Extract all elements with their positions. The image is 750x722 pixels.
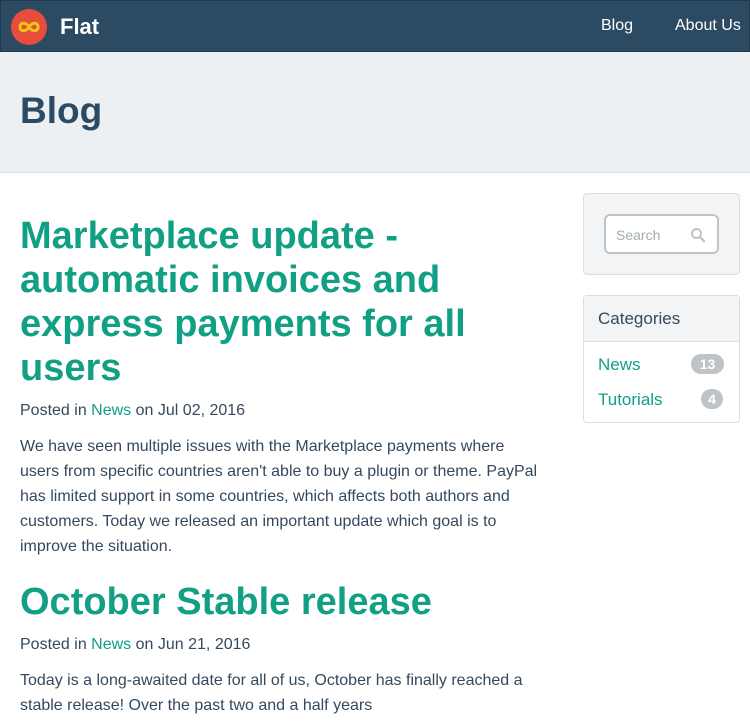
post-meta: Posted in News on Jul 02, 2016 [20, 402, 245, 420]
nav-link-blog[interactable]: Blog [601, 17, 633, 35]
page-header: Blog [0, 52, 750, 173]
on-label: on [135, 402, 154, 419]
post-title[interactable]: Marketplace update - automatic invoices … [20, 214, 540, 390]
posted-in-label: Posted in [20, 636, 87, 653]
categories-panel: Categories News 13 Tutorials 4 [583, 295, 740, 423]
navbar: Flat Blog About Us [0, 0, 750, 52]
search-input[interactable] [616, 225, 686, 245]
posted-in-label: Posted in [20, 402, 87, 419]
search-panel [583, 193, 740, 275]
brand[interactable]: Flat [11, 9, 99, 45]
category-count-badge: 13 [691, 354, 724, 374]
post-category-link[interactable]: News [91, 636, 131, 653]
post-meta: Posted in News on Jun 21, 2016 [20, 636, 250, 654]
nav-link-about-us[interactable]: About Us [675, 17, 741, 35]
search-icon[interactable] [690, 227, 706, 243]
page-title: Blog [20, 90, 103, 131]
infinity-logo-icon [11, 9, 47, 45]
post-date: Jun 21, 2016 [157, 636, 251, 653]
category-item-tutorials[interactable]: Tutorials [598, 390, 663, 410]
post-category-link[interactable]: News [91, 402, 131, 419]
category-item-news[interactable]: News [598, 355, 641, 375]
categories-heading: Categories [584, 296, 739, 342]
post-excerpt: Today is a long-awaited date for all of … [20, 672, 523, 714]
post-date: Jul 02, 2016 [157, 402, 246, 419]
post-excerpt: We have seen multiple issues with the Ma… [20, 438, 538, 555]
on-label: on [135, 636, 154, 653]
post-title[interactable]: October Stable release [20, 580, 540, 624]
category-count-badge: 4 [701, 389, 723, 409]
search-box [604, 214, 719, 254]
brand-name: Flat [60, 14, 100, 39]
